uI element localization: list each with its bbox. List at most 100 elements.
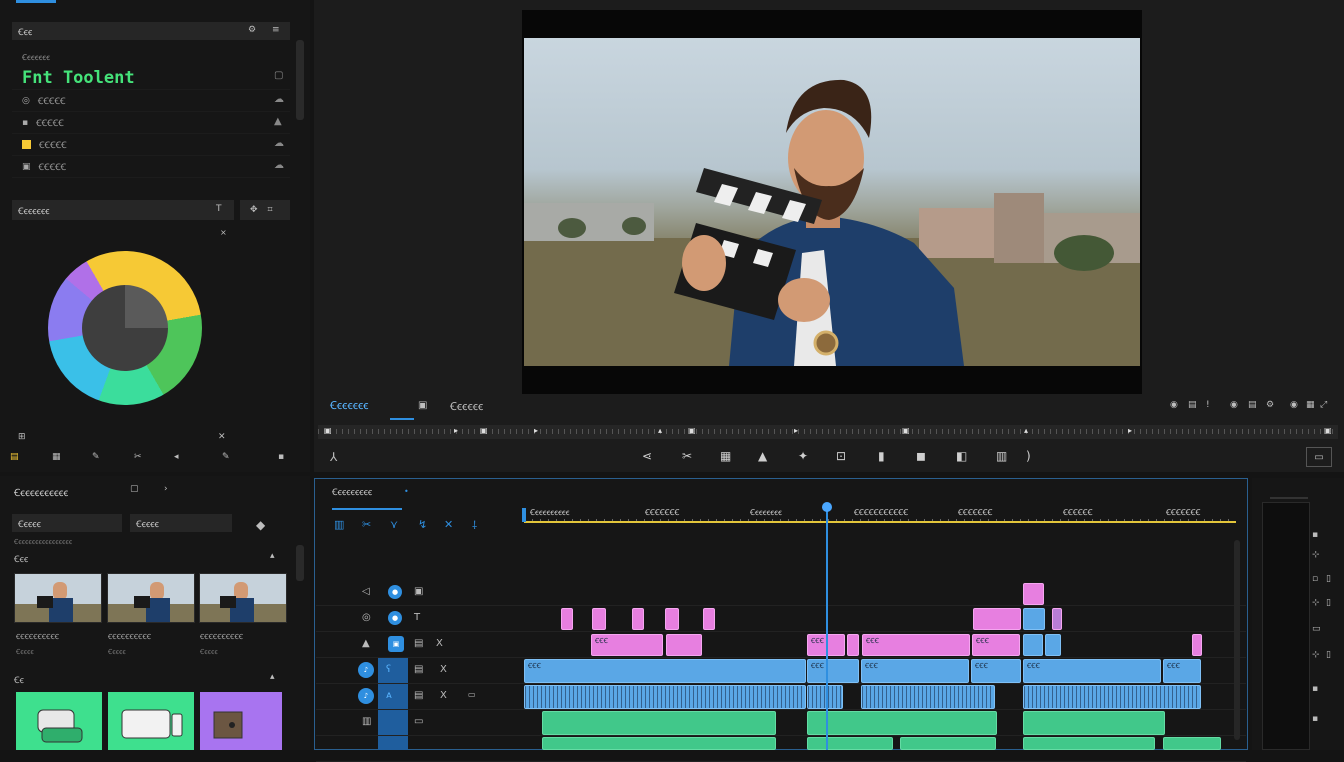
track-monitor-icon[interactable]: ▥ xyxy=(362,716,371,727)
track-sync-icon[interactable]: X xyxy=(436,638,443,649)
text-icon[interactable]: T xyxy=(216,204,222,214)
cloud-icon[interactable]: ☁ xyxy=(274,94,284,105)
video-clip[interactable]: ꞒꞒꞒ xyxy=(972,634,1020,656)
track-tool-icon[interactable]: ⸸ xyxy=(472,518,477,533)
track-solo-icon[interactable]: ▭ xyxy=(468,690,476,699)
track-text-icon[interactable]: T xyxy=(414,612,420,623)
preview-tab-0[interactable]: Ꞓꞓꞓꞓꞓꞓꞓ xyxy=(330,398,368,413)
marker-icon[interactable]: ▸ xyxy=(454,426,458,435)
yellow-square-icon[interactable] xyxy=(22,140,31,149)
music-clip[interactable] xyxy=(1023,711,1165,735)
media-tile-0[interactable] xyxy=(16,692,102,750)
left-scrollbar[interactable] xyxy=(296,40,304,120)
fullscreen-icon[interactable]: ▭ xyxy=(1306,447,1332,467)
media-dropdown-1[interactable]: Ꞓꞓꞓꞓꞓ xyxy=(12,514,122,532)
music-clip[interactable] xyxy=(807,711,997,735)
cloud-icon[interactable]: ☁ xyxy=(274,160,284,171)
playhead[interactable] xyxy=(826,503,828,750)
video-clip[interactable] xyxy=(1023,608,1045,630)
media-scrollbar[interactable] xyxy=(296,545,304,581)
camera-icon[interactable]: ▪ xyxy=(22,118,28,128)
select-tool-icon[interactable]: ▥ xyxy=(334,518,344,531)
expand-icon[interactable]: ⤢ xyxy=(1320,400,1327,410)
left-panel-top-tab[interactable] xyxy=(16,0,56,3)
left-item-row-2[interactable]: ꞒꞒꞒꞒꞒ ☁ xyxy=(12,134,290,156)
track-film-icon[interactable]: ▤ xyxy=(414,664,423,675)
video-clip[interactable] xyxy=(973,608,1021,630)
marker-icon[interactable]: ▸ xyxy=(1128,426,1132,435)
marker-icon[interactable]: ▲ xyxy=(758,449,767,463)
audio-clip[interactable]: ꞒꞒꞒ xyxy=(861,659,969,683)
video-clip[interactable] xyxy=(632,608,644,630)
music-clip[interactable] xyxy=(1023,737,1155,750)
track-sync-icon[interactable]: X xyxy=(440,664,447,675)
left-item-row-1[interactable]: ▪ ꞒꞒꞒꞒꞒ ▲ xyxy=(12,112,290,134)
film-icon[interactable]: ▦ xyxy=(52,452,61,462)
pen-icon[interactable]: ✎ xyxy=(222,452,230,462)
ripple-tool-icon[interactable]: ✂ xyxy=(362,518,371,531)
track-mute-icon[interactable]: ♪ xyxy=(358,662,374,678)
pen-icon[interactable]: ✎ xyxy=(92,452,100,462)
crop-icon[interactable]: ⊡ xyxy=(836,449,846,463)
track-eye-icon[interactable]: ● xyxy=(388,585,402,599)
audio-clip[interactable]: ꞒꞒꞒ xyxy=(807,659,859,683)
media-thumb-2[interactable] xyxy=(199,573,287,623)
trim-icon[interactable]: ▥ xyxy=(996,449,1007,463)
save-icon[interactable]: ▢ xyxy=(274,70,283,81)
crop-icon[interactable]: ⌗ xyxy=(268,205,273,215)
audio-clip[interactable] xyxy=(1023,685,1201,709)
grid-icon[interactable]: ▦ xyxy=(1306,400,1315,410)
left-item-row-0[interactable]: ◎ ꞒꞒꞒꞒꞒ ☁ xyxy=(12,90,290,112)
lock-icon[interactable]: ▤ xyxy=(1248,400,1257,410)
track-sync-icon[interactable]: X xyxy=(440,690,447,701)
media-thumb-1[interactable] xyxy=(107,573,195,623)
ruler-work-area[interactable] xyxy=(524,521,1236,523)
marker-icon[interactable]: ▣ xyxy=(902,426,910,435)
track-audio-icon[interactable]: ᴀ xyxy=(386,690,392,701)
audio-clip[interactable] xyxy=(524,685,806,709)
track-eye-icon[interactable]: ● xyxy=(388,611,402,625)
gear-icon[interactable]: ⚙ xyxy=(248,25,256,35)
media-dropdown-2[interactable]: Ꞓꞓꞓꞓꞓ xyxy=(130,514,232,532)
film-icon[interactable]: ▦ xyxy=(720,449,731,463)
video-clip[interactable] xyxy=(1023,583,1044,605)
folder-icon[interactable]: ▢ xyxy=(130,484,139,494)
image-icon[interactable]: ▣ xyxy=(22,162,31,172)
media-thumb-0[interactable] xyxy=(14,573,102,623)
cloud-icon[interactable]: ☁ xyxy=(274,138,284,149)
marker-icon[interactable]: ▸ xyxy=(534,426,538,435)
settings-icon[interactable]: ⚙ xyxy=(1266,400,1274,410)
left-item-row-3[interactable]: ▣ ꞒꞒꞒꞒꞒ ☁ xyxy=(12,156,290,178)
close-icon[interactable]: × xyxy=(220,228,227,237)
video-clip[interactable] xyxy=(1052,608,1062,630)
grid-icon[interactable]: ⊞ xyxy=(18,432,26,442)
track-film-icon[interactable]: ▤ xyxy=(414,690,423,701)
triangle-icon[interactable]: ▲ xyxy=(274,116,282,127)
video-clip[interactable] xyxy=(592,608,606,630)
media-tile-1[interactable] xyxy=(108,692,194,750)
pointer-icon[interactable]: ⅄ xyxy=(330,450,337,464)
audio-clip[interactable]: ꞒꞒꞒ xyxy=(1023,659,1161,683)
slip-tool-icon[interactable]: ⋎ xyxy=(390,518,398,531)
marker-icon[interactable]: ▣ xyxy=(1324,426,1332,435)
music-clip[interactable] xyxy=(542,711,776,735)
undo-icon[interactable]: ) xyxy=(1026,449,1031,463)
video-clip[interactable] xyxy=(665,608,679,630)
audio-meter[interactable] xyxy=(1262,502,1310,750)
music-clip[interactable] xyxy=(1163,737,1221,750)
video-clip[interactable] xyxy=(703,608,715,630)
video-clip[interactable] xyxy=(1192,634,1202,656)
marker-icon[interactable]: ▣ xyxy=(688,426,696,435)
share-icon[interactable]: ◉ xyxy=(1230,400,1238,410)
stop-icon[interactable]: ◼ xyxy=(916,449,926,463)
close-icon[interactable]: ✕ xyxy=(218,432,226,442)
track-film-icon[interactable]: ▤ xyxy=(414,638,423,649)
eye-icon[interactable]: ◎ xyxy=(22,96,30,106)
video-clip[interactable] xyxy=(847,634,859,656)
pen-tool-icon[interactable]: ↯ xyxy=(418,518,427,531)
audio-clip[interactable] xyxy=(861,685,995,709)
collapse-icon[interactable]: ▴ xyxy=(270,551,275,561)
marker-icon[interactable]: ▣ xyxy=(324,426,332,435)
playhead-handle[interactable] xyxy=(822,502,832,512)
video-clip[interactable] xyxy=(1045,634,1061,656)
